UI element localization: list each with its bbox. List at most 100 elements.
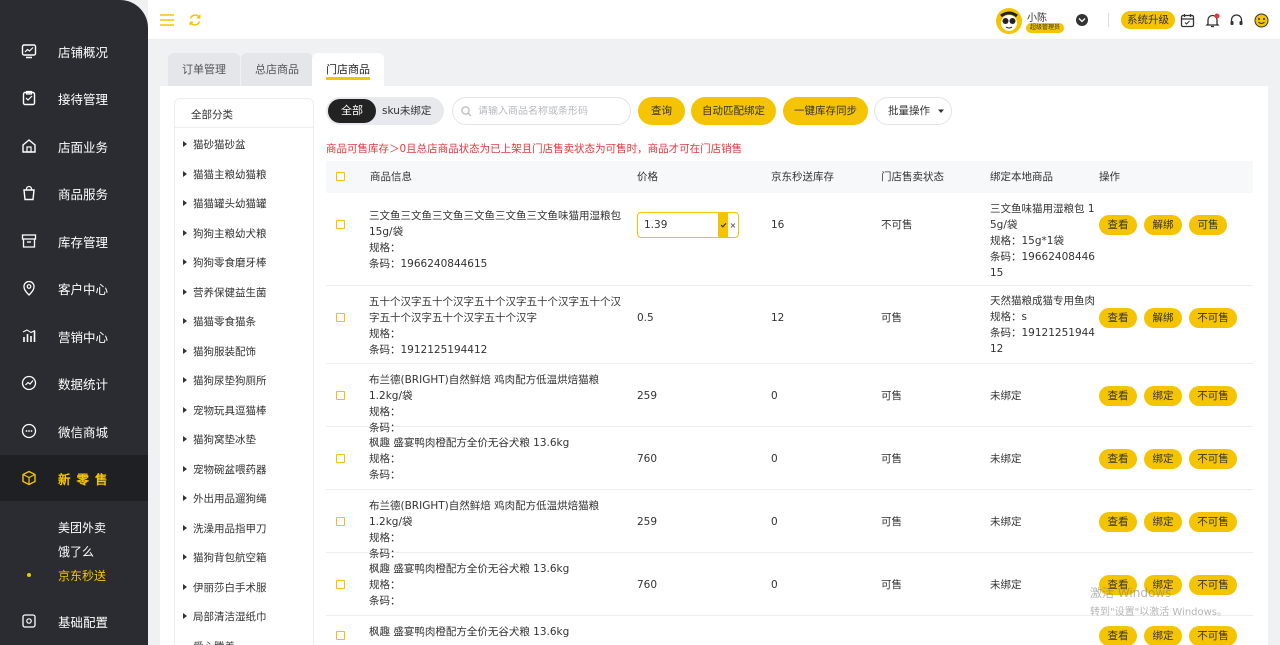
view-button[interactable]: 查看 <box>1099 308 1137 328</box>
category-item[interactable]: 猫狗尿垫狗厕所 <box>183 373 267 388</box>
price-editor: × <box>637 212 739 238</box>
unbind-button[interactable]: 解绑 <box>1144 215 1182 235</box>
watermark-line: 激活 Windows <box>1090 586 1172 600</box>
batch-action-dropdown[interactable]: 批量操作 <box>874 97 952 125</box>
auto-bind-button[interactable]: 自动匹配绑定 <box>691 97 776 125</box>
nav-new-retail[interactable]: 新零售 <box>0 455 148 501</box>
unbind-button[interactable]: 解绑 <box>1144 308 1182 328</box>
stock-value: 0 <box>771 389 778 402</box>
bind-button[interactable]: 绑定 <box>1144 511 1182 532</box>
row-checkbox[interactable] <box>336 516 345 526</box>
row-checkbox[interactable] <box>336 220 345 229</box>
emoji-icon[interactable] <box>1252 11 1270 29</box>
toggle-sale-button[interactable]: 可售 <box>1189 215 1227 235</box>
menu-icon[interactable] <box>158 11 176 29</box>
category-item[interactable]: 猫猫罐头幼猫罐 <box>183 196 267 211</box>
nav-reception[interactable]: 接待管理 <box>0 75 148 121</box>
nav-wechat-mall[interactable]: 微信商城 <box>0 408 148 454</box>
toggle-sale-button[interactable]: 不可售 <box>1189 511 1237 532</box>
view-button[interactable]: 查看 <box>1099 385 1137 406</box>
category-item[interactable]: 宠物碗盆喂药器 <box>183 462 267 477</box>
caret-down-icon <box>938 109 945 113</box>
view-button[interactable]: 查看 <box>1099 511 1137 532</box>
sub-jd-miaosong[interactable]: 京东秒送 <box>58 567 106 584</box>
bind-button[interactable]: 绑定 <box>1144 626 1182 645</box>
category-item[interactable]: 外出用品遛狗绳 <box>183 491 267 506</box>
row-checkbox[interactable] <box>336 390 345 400</box>
product-info: 枫趣 盛宴鸭肉橙配方全价无谷犬粮 13.6kg 规格： 条码： <box>369 561 625 609</box>
category-item[interactable]: 猫猫零食猫条 <box>183 314 256 329</box>
confirm-icon[interactable] <box>718 213 728 237</box>
row-checkbox[interactable] <box>336 453 345 463</box>
store-icon <box>20 137 38 155</box>
view-button[interactable]: 查看 <box>1099 626 1137 645</box>
search-input[interactable] <box>478 105 618 117</box>
nav-customer-center[interactable]: 客户中心 <box>0 265 148 311</box>
table-row: 五十个汉字五十个汉字五十个汉字五十个汉字五十个汉字五十个汉字五十个汉字五十个汉字… <box>326 286 1253 364</box>
toggle-sale-button[interactable]: 不可售 <box>1189 626 1237 645</box>
category-item[interactable]: 宠物玩具逗猫棒 <box>183 403 267 418</box>
view-button[interactable]: 查看 <box>1099 215 1137 235</box>
nav-marketing[interactable]: 营销中心 <box>0 313 148 359</box>
bound-line: 未绑定 <box>990 452 1022 465</box>
tab-order-management[interactable]: 订单管理 <box>168 53 240 86</box>
toggle-sale-button[interactable]: 不可售 <box>1189 448 1237 469</box>
bound-product: 三文鱼味猫用湿粮包 15g/袋 规格：15g*1袋 条码：1966240844615 <box>990 201 1098 281</box>
nav-inventory[interactable]: 库存管理 <box>0 218 148 264</box>
price-value: 0.5 <box>637 312 654 324</box>
headset-icon[interactable] <box>1227 11 1245 29</box>
query-button[interactable]: 查询 <box>638 97 685 125</box>
category-item[interactable]: 狗狗主粮幼犬粮 <box>183 226 267 241</box>
avatar[interactable] <box>996 8 1022 34</box>
category-item[interactable]: 猫砂猫砂盆 <box>183 137 246 152</box>
category-item[interactable]: 伊丽莎白手术服 <box>183 580 267 595</box>
bound-line: 规格：s <box>990 311 1027 323</box>
category-item[interactable]: 爱心腾养 <box>183 639 235 645</box>
row-checkbox[interactable] <box>336 579 345 589</box>
nav-statistics[interactable]: 数据统计 <box>0 360 148 406</box>
category-item[interactable]: 猫猫主粮幼猫粮 <box>183 167 267 182</box>
sub-eleme[interactable]: 饿了么 <box>58 543 94 560</box>
product-barcode: 条码： <box>369 595 401 607</box>
view-button[interactable]: 查看 <box>1099 448 1137 469</box>
select-all-checkbox[interactable] <box>336 172 345 181</box>
price-input[interactable] <box>644 219 718 231</box>
row-checkbox[interactable] <box>336 631 345 640</box>
category-item[interactable]: 猫狗窝垫冰垫 <box>183 432 256 447</box>
product-spec: 规格： <box>369 406 401 418</box>
nav-basic-config[interactable]: 基础配置 <box>0 598 148 644</box>
system-upgrade-button[interactable]: 系统升级 <box>1121 11 1175 29</box>
filter-unbound-button[interactable]: sku未绑定 <box>382 97 431 125</box>
product-name: 布兰德(BRIGHT)自然鲜焙 鸡肉配方低温烘焙猫粮 1.2kg/袋 <box>369 500 600 528</box>
sub-meituan[interactable]: 美团外卖 <box>58 519 106 536</box>
stock-value: 0 <box>771 452 778 465</box>
category-item[interactable]: 狗狗零食磨牙棒 <box>183 255 267 270</box>
category-item[interactable]: 局部清洁湿纸巾 <box>183 609 267 624</box>
tab-hq-products[interactable]: 总店商品 <box>241 53 313 86</box>
bind-button[interactable]: 绑定 <box>1144 385 1182 406</box>
category-item[interactable]: 洗澡用品指甲刀 <box>183 521 267 536</box>
category-all[interactable]: 全部分类 <box>191 107 233 122</box>
category-item[interactable]: 营养保健益生菌 <box>183 285 267 300</box>
nav-store-overview[interactable]: 店铺概况 <box>0 28 148 74</box>
toggle-sale-button[interactable]: 不可售 <box>1189 385 1237 406</box>
search-box <box>452 97 631 125</box>
bind-button[interactable]: 绑定 <box>1144 448 1182 469</box>
stock-value: 0 <box>771 578 778 591</box>
nav-product-service[interactable]: 商品服务 <box>0 170 148 216</box>
product-barcode: 条码：1912125194412 <box>369 344 488 356</box>
refresh-icon[interactable] <box>186 11 204 29</box>
close-icon[interactable]: × <box>728 213 738 237</box>
bell-icon[interactable] <box>1203 11 1221 29</box>
category-item[interactable]: 猫狗服装配饰 <box>183 344 256 359</box>
row-checkbox[interactable] <box>336 313 345 322</box>
toggle-sale-button[interactable]: 不可售 <box>1189 308 1237 328</box>
nav-store-business[interactable]: 店面业务 <box>0 123 148 169</box>
category-item[interactable]: 猫狗背包航空箱 <box>183 550 267 565</box>
product-info: 枫趣 盛宴鸭肉橙配方全价无谷犬粮 13.6kg 规格： 条码： <box>369 435 625 483</box>
filter-all-button[interactable]: 全部 <box>328 99 376 123</box>
tab-store-products[interactable]: 门店商品 <box>312 53 384 87</box>
chevron-down-icon[interactable] <box>1076 14 1088 26</box>
calendar-icon[interactable] <box>1178 11 1196 29</box>
stock-sync-button[interactable]: 一键库存同步 <box>783 97 868 125</box>
